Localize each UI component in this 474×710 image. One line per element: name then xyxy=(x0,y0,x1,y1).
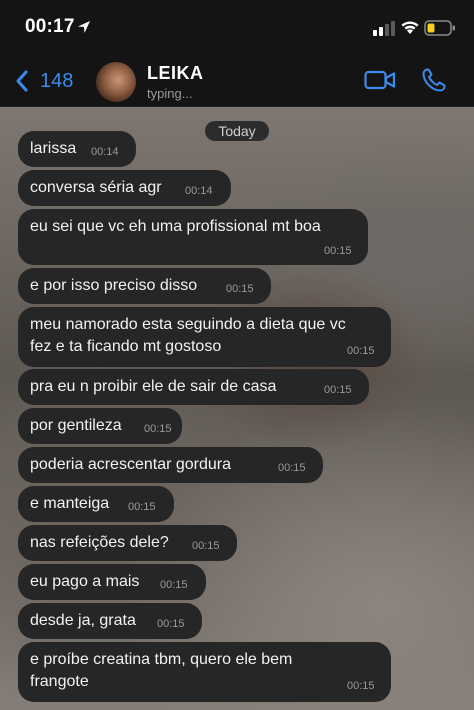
message-text: conversa séria agr xyxy=(30,179,162,196)
message-text-line-2: frangote xyxy=(30,673,89,690)
unread-count: 148 xyxy=(40,69,74,92)
message-text: por gentileza xyxy=(30,417,122,434)
message-bubble[interactable]: poderia acrescentar gordura 00:15 xyxy=(18,447,323,483)
message-bubble[interactable]: desde ja, grata 00:15 xyxy=(18,603,202,639)
message-time: 00:15 xyxy=(128,501,156,513)
message-text: e proíbe creatina tbm, quero ele bem xyxy=(30,651,293,668)
location-arrow-icon xyxy=(78,21,90,33)
cellular-signal-icon xyxy=(373,21,395,36)
chevron-left-icon xyxy=(16,70,28,92)
message-text-line-2: fez e ta ficando mt gostoso xyxy=(30,338,222,355)
battery-icon xyxy=(424,20,455,36)
wifi-icon xyxy=(401,21,419,34)
contact-avatar[interactable] xyxy=(96,62,136,102)
message-bubble[interactable]: e manteiga 00:15 xyxy=(18,486,174,522)
message-time: 00:15 xyxy=(347,345,375,357)
message-bubble[interactable]: por gentileza 00:15 xyxy=(18,408,182,444)
message-text: eu sei que vc eh uma profissional mt boa xyxy=(30,218,321,235)
message-bubble[interactable]: meu namorado esta seguindo a dieta que v… xyxy=(18,307,391,367)
phone-call-icon[interactable] xyxy=(421,67,447,93)
message-text: poderia acrescentar gordura xyxy=(30,456,232,473)
message-text: nas refeições dele? xyxy=(30,534,169,551)
message-text: eu pago a mais xyxy=(30,573,140,590)
contact-name[interactable]: LEIKA xyxy=(147,63,204,84)
message-time: 00:15 xyxy=(144,423,172,435)
message-time: 00:15 xyxy=(347,680,375,692)
message-time: 00:15 xyxy=(192,540,220,552)
message-text: desde ja, grata xyxy=(30,612,136,629)
message-time: 00:15 xyxy=(226,283,254,295)
message-bubble[interactable]: conversa séria agr 00:14 xyxy=(18,170,231,206)
message-time: 00:14 xyxy=(185,185,213,197)
message-bubble[interactable]: e proíbe creatina tbm, quero ele bem fra… xyxy=(18,642,391,702)
message-time: 00:15 xyxy=(324,384,352,396)
message-text: pra eu n proibir ele de sair de casa xyxy=(30,378,277,395)
message-time: 00:15 xyxy=(160,579,188,591)
message-time: 00:15 xyxy=(278,462,306,474)
typing-indicator: typing... xyxy=(147,86,193,101)
back-button[interactable]: 148 xyxy=(14,68,73,94)
message-bubble[interactable]: eu sei que vc eh uma profissional mt boa… xyxy=(18,209,368,265)
message-bubble[interactable]: nas refeições dele? 00:15 xyxy=(18,525,237,561)
chat-header: 148 LEIKA typing... xyxy=(0,56,474,107)
status-bar: 00:17 xyxy=(0,0,474,56)
message-bubble[interactable]: larissa 00:14 xyxy=(18,131,136,167)
message-bubble[interactable]: pra eu n proibir ele de sair de casa 00:… xyxy=(18,369,369,405)
message-time: 00:15 xyxy=(157,618,185,630)
message-text: e manteiga xyxy=(30,495,110,512)
message-time: 00:14 xyxy=(91,146,119,158)
message-bubble[interactable]: eu pago a mais 00:15 xyxy=(18,564,206,600)
message-text: meu namorado esta seguindo a dieta que v… xyxy=(30,316,346,333)
status-time: 00:17 xyxy=(25,16,75,37)
date-separator: Today xyxy=(205,121,269,141)
message-text: e por isso preciso disso xyxy=(30,277,198,294)
message-time: 00:15 xyxy=(324,245,352,257)
chat-thread[interactable]: Today larissa 00:14 conversa séria agr 0… xyxy=(0,107,474,710)
video-call-icon[interactable] xyxy=(364,69,396,91)
message-bubble[interactable]: e por isso preciso disso 00:15 xyxy=(18,268,271,304)
message-text: larissa xyxy=(30,140,77,157)
